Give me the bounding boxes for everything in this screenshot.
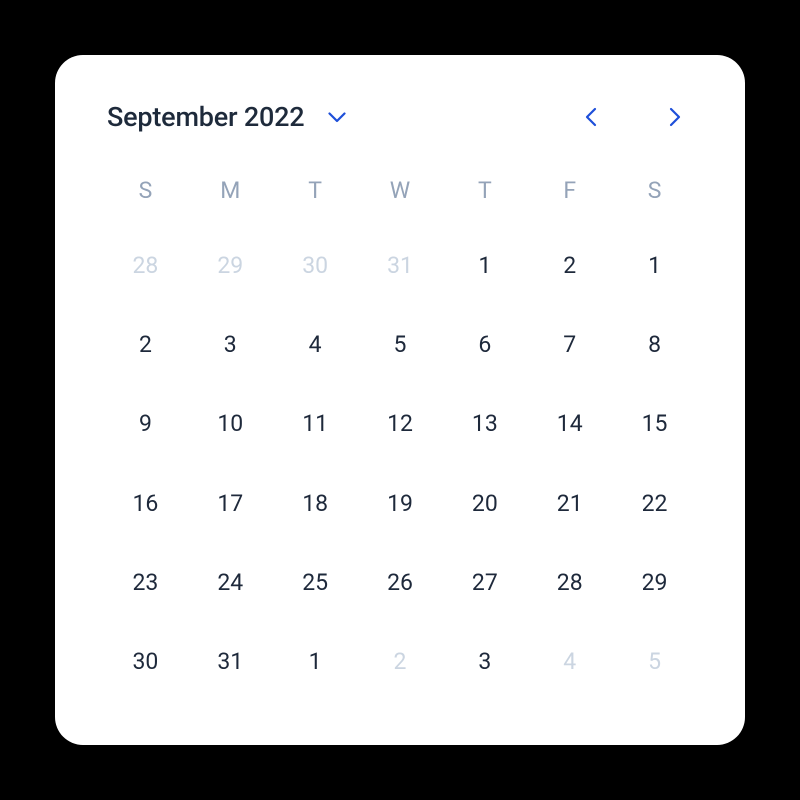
day-cell[interactable]: 13 — [442, 384, 527, 463]
day-cell[interactable]: 29 — [188, 226, 273, 305]
day-cell[interactable]: 9 — [103, 384, 188, 463]
day-cell[interactable]: 14 — [527, 384, 612, 463]
chevron-right-icon — [669, 107, 681, 127]
day-cell[interactable]: 1 — [442, 226, 527, 305]
weekday-label: F — [527, 167, 612, 214]
day-cell[interactable]: 25 — [273, 543, 358, 622]
day-cell[interactable]: 2 — [358, 622, 443, 701]
day-cell[interactable]: 31 — [188, 622, 273, 701]
day-cell[interactable]: 3 — [188, 305, 273, 384]
day-cell[interactable]: 3 — [442, 622, 527, 701]
day-cell[interactable]: 24 — [188, 543, 273, 622]
day-cell[interactable]: 31 — [358, 226, 443, 305]
day-cell[interactable]: 7 — [527, 305, 612, 384]
day-cell[interactable]: 6 — [442, 305, 527, 384]
weekday-row: S M T W T F S — [103, 167, 697, 214]
weekday-label: S — [612, 167, 697, 214]
day-cell[interactable]: 23 — [103, 543, 188, 622]
day-cell[interactable]: 5 — [358, 305, 443, 384]
days-grid: 2829303112123456789101112131415161718192… — [103, 226, 697, 701]
day-cell[interactable]: 19 — [358, 463, 443, 542]
calendar-widget: September 2022 S M T W T F S 28 — [55, 55, 745, 745]
day-cell[interactable]: 30 — [273, 226, 358, 305]
prev-month-button[interactable] — [573, 99, 609, 135]
weekday-label: M — [188, 167, 273, 214]
next-month-button[interactable] — [657, 99, 693, 135]
day-cell[interactable]: 15 — [612, 384, 697, 463]
month-year-label: September 2022 — [107, 101, 304, 133]
weekday-label: W — [358, 167, 443, 214]
day-cell[interactable]: 1 — [612, 226, 697, 305]
day-cell[interactable]: 1 — [273, 622, 358, 701]
day-cell[interactable]: 18 — [273, 463, 358, 542]
day-cell[interactable]: 17 — [188, 463, 273, 542]
weekday-label: T — [273, 167, 358, 214]
day-cell[interactable]: 5 — [612, 622, 697, 701]
day-cell[interactable]: 10 — [188, 384, 273, 463]
day-cell[interactable]: 22 — [612, 463, 697, 542]
day-cell[interactable]: 4 — [527, 622, 612, 701]
calendar-header: September 2022 — [103, 99, 697, 135]
chevron-down-icon — [328, 112, 346, 123]
day-cell[interactable]: 20 — [442, 463, 527, 542]
weekday-label: T — [442, 167, 527, 214]
day-cell[interactable]: 30 — [103, 622, 188, 701]
day-cell[interactable]: 28 — [527, 543, 612, 622]
chevron-left-icon — [585, 107, 597, 127]
day-cell[interactable]: 26 — [358, 543, 443, 622]
day-cell[interactable]: 12 — [358, 384, 443, 463]
day-cell[interactable]: 21 — [527, 463, 612, 542]
day-cell[interactable]: 8 — [612, 305, 697, 384]
day-cell[interactable]: 16 — [103, 463, 188, 542]
day-cell[interactable]: 27 — [442, 543, 527, 622]
day-cell[interactable]: 11 — [273, 384, 358, 463]
day-cell[interactable]: 2 — [527, 226, 612, 305]
month-dropdown-toggle[interactable] — [328, 112, 346, 123]
day-cell[interactable]: 29 — [612, 543, 697, 622]
weekday-label: S — [103, 167, 188, 214]
day-cell[interactable]: 2 — [103, 305, 188, 384]
day-cell[interactable]: 28 — [103, 226, 188, 305]
day-cell[interactable]: 4 — [273, 305, 358, 384]
